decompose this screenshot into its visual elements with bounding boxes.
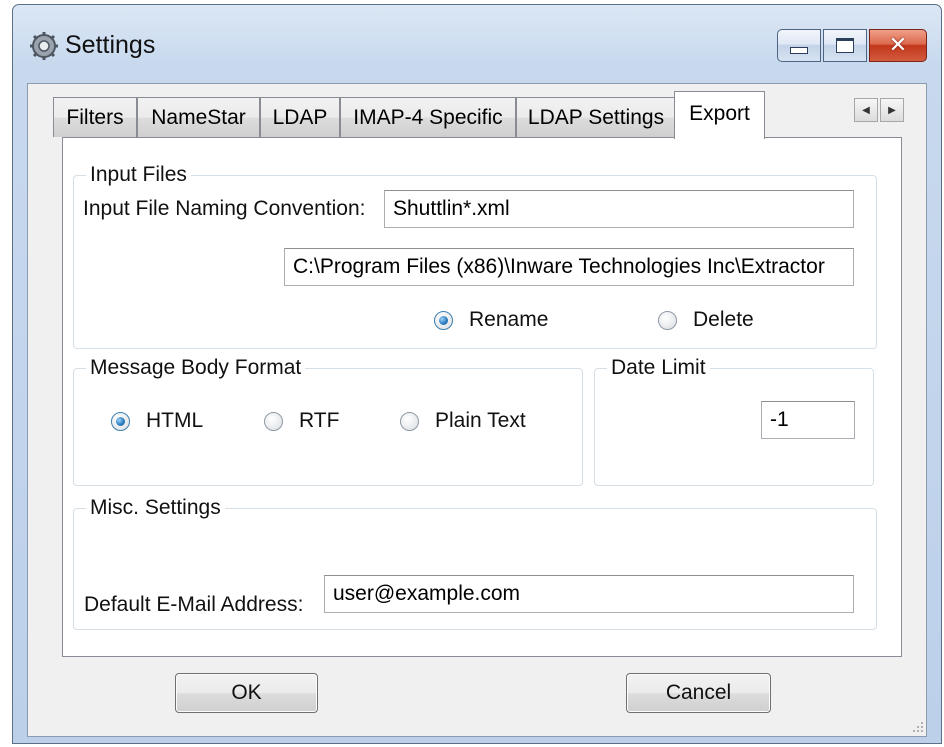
naming-convention-input[interactable]: Shuttlin*.xml (384, 190, 854, 228)
ok-button[interactable]: OK (175, 673, 318, 713)
message-body-format-legend: Message Body Format (86, 355, 306, 381)
minimize-icon (790, 47, 808, 54)
title-bar[interactable]: Settings ✕ (13, 5, 941, 83)
tab-namestar[interactable]: NameStar (137, 97, 260, 137)
minimize-button[interactable] (777, 29, 821, 62)
dialog-client-area: Filters NameStar LDAP IMAP-4 Specific LD… (27, 83, 927, 737)
rtf-option[interactable]: RTF (264, 409, 339, 433)
date-limit-legend: Date Limit (607, 355, 710, 381)
date-limit-input[interactable]: -1 (761, 401, 855, 439)
plain-text-radio[interactable] (400, 411, 419, 431)
chevron-right-icon: ▶ (888, 104, 896, 116)
default-email-label: Default E-Mail Address: (84, 593, 304, 616)
rename-radio[interactable] (434, 310, 453, 330)
plain-text-label: Plain Text (435, 409, 526, 432)
html-radio[interactable] (111, 411, 130, 431)
tab-scroll-left-button[interactable]: ◀ (854, 98, 878, 122)
input-files-legend: Input Files (86, 162, 191, 188)
rename-option[interactable]: Rename (434, 308, 548, 332)
delete-radio[interactable] (658, 310, 677, 330)
tab-ldap[interactable]: LDAP (260, 97, 340, 137)
html-option[interactable]: HTML (111, 409, 203, 433)
close-icon: ✕ (888, 32, 908, 58)
resize-grip-icon[interactable] (910, 720, 924, 734)
tab-scroll-buttons: ◀ ▶ (852, 98, 904, 122)
window-title: Settings (65, 31, 156, 59)
tab-ldap-settings[interactable]: LDAP Settings (516, 97, 676, 137)
tab-export[interactable]: Export (674, 91, 765, 139)
naming-convention-label: Input File Naming Convention: (83, 197, 366, 220)
plain-text-option[interactable]: Plain Text (400, 409, 526, 433)
message-body-format-group: Message Body Format HTML RTF Plain Text (73, 355, 583, 486)
tab-filters[interactable]: Filters (53, 97, 137, 137)
rtf-radio[interactable] (264, 411, 283, 431)
export-tab-panel: Input Files Input File Naming Convention… (62, 137, 902, 657)
settings-window: Settings ✕ Filters NameStar LDAP IMAP-4 … (12, 4, 942, 744)
maximize-button[interactable] (823, 29, 867, 62)
tab-scroll-right-button[interactable]: ▶ (880, 98, 904, 122)
cancel-button[interactable]: Cancel (626, 673, 771, 713)
maximize-icon (836, 38, 854, 53)
rename-label: Rename (469, 308, 549, 331)
tab-imap4-specific[interactable]: IMAP-4 Specific (340, 97, 516, 137)
delete-label: Delete (693, 308, 754, 331)
settings-app-icon (29, 31, 59, 61)
misc-settings-group: Misc. Settings Default E-Mail Address: u… (73, 495, 877, 630)
input-files-group: Input Files Input File Naming Convention… (73, 162, 877, 349)
date-limit-group: Date Limit -1 (594, 355, 874, 486)
misc-settings-legend: Misc. Settings (86, 495, 225, 521)
rtf-label: RTF (299, 409, 340, 432)
caption-buttons: ✕ (777, 29, 927, 62)
default-email-input[interactable]: user@example.com (324, 575, 854, 613)
close-button[interactable]: ✕ (869, 29, 927, 62)
chevron-left-icon: ◀ (862, 104, 870, 116)
html-label: HTML (146, 409, 204, 432)
delete-option[interactable]: Delete (658, 308, 754, 332)
input-path-input[interactable]: C:\Program Files (x86)\Inware Technologi… (284, 248, 854, 286)
